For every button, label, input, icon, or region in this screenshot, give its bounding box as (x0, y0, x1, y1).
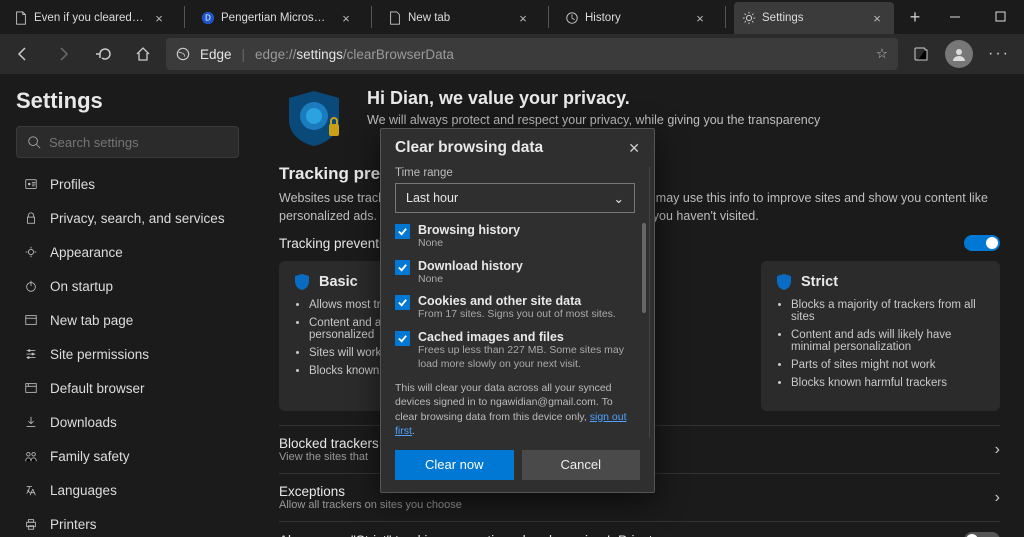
search-input[interactable] (49, 135, 228, 150)
tab-title: Pengertian Microsoft Edge (221, 12, 331, 24)
sidebar-item-newtab[interactable]: New tab page (16, 304, 239, 336)
maximize-button[interactable] (978, 0, 1024, 34)
close-icon[interactable]: × (337, 11, 355, 26)
tracking-label: Tracking prevention (279, 236, 397, 251)
settings-content: Hi Dian, we value your privacy. We will … (255, 74, 1024, 537)
sidebar-item-permissions[interactable]: Site permissions (16, 338, 239, 370)
sliders-icon (22, 347, 40, 361)
tab-3[interactable]: History × (557, 2, 717, 34)
shield-icon (775, 273, 793, 291)
tab-1[interactable]: D Pengertian Microsoft Edge × (193, 2, 363, 34)
privacy-hero-icon (279, 88, 349, 148)
close-icon[interactable]: × (150, 11, 168, 26)
strict-inprivate-row: Always use "Strict" tracking prevention … (279, 521, 1000, 537)
card-basic[interactable]: Basic Allows most trackers across all si… (279, 261, 518, 411)
bullet: Blocks a majority of trackers from all s… (791, 299, 986, 323)
toolbar: Edge | edge://settings/clearBrowserData … (0, 34, 1024, 74)
sidebar-item-appearance[interactable]: Appearance (16, 236, 239, 268)
svg-text:D: D (205, 14, 211, 23)
family-icon (22, 449, 40, 463)
tab-title: New tab (408, 12, 508, 24)
tracking-title: Tracking prevention (279, 164, 1000, 184)
sidebar-item-languages[interactable]: Languages (16, 474, 239, 506)
tab-title: History (585, 12, 685, 24)
sidebar-item-privacy[interactable]: Privacy, search, and services (16, 202, 239, 234)
address-bar[interactable]: Edge | edge://settings/clearBrowserData … (166, 38, 898, 70)
sidebar-item-profiles[interactable]: Profiles (16, 168, 239, 200)
page-subheading: We will always protect and respect your … (367, 113, 820, 127)
more-button[interactable]: ··· (980, 45, 1018, 63)
tracking-sub: Websites use trackers to collect info ab… (279, 190, 1000, 225)
tab-2[interactable]: New tab × (380, 2, 540, 34)
page-icon (14, 11, 28, 25)
card-strict[interactable]: Strict Blocks a majority of trackers fro… (761, 261, 1000, 411)
chevron-right-icon: › (995, 441, 1000, 459)
back-button[interactable] (6, 37, 40, 71)
shield-icon (293, 273, 311, 291)
collections-button[interactable] (904, 37, 938, 71)
close-icon[interactable]: × (691, 11, 709, 26)
search-settings[interactable] (16, 126, 239, 158)
inprivate-toggle[interactable] (964, 532, 1000, 537)
page-icon (388, 11, 402, 25)
bullet: Content and ads will likely be personali… (309, 317, 504, 341)
close-icon[interactable]: × (514, 11, 532, 26)
favorite-icon[interactable]: ☆ (876, 46, 888, 62)
profile-button[interactable] (942, 37, 976, 71)
bullet: Parts of sites might not work (791, 359, 986, 371)
tab-strip: Even if you cleared your his × D Pengert… (0, 0, 932, 34)
tab-settings[interactable]: Settings × (734, 2, 894, 34)
appearance-icon (22, 245, 40, 259)
settings-sidebar: Settings Profiles Privacy, search, and s… (0, 74, 255, 537)
download-icon (22, 415, 40, 429)
printer-icon (22, 517, 40, 531)
sidebar-item-default[interactable]: Default browser (16, 372, 239, 404)
tracking-toggle[interactable] (964, 235, 1000, 251)
history-icon (565, 11, 579, 25)
sidebar-title: Settings (16, 88, 239, 114)
chevron-right-icon: › (995, 489, 1000, 507)
minimize-button[interactable] (932, 0, 978, 34)
edge-icon (176, 47, 190, 61)
lock-icon (22, 211, 40, 225)
tab-0[interactable]: Even if you cleared your his × (6, 2, 176, 34)
refresh-button[interactable] (86, 37, 120, 71)
favicon-icon: D (201, 11, 215, 25)
tab-title: Settings (762, 12, 862, 24)
bullet: Content and ads will likely have minimal… (791, 329, 986, 353)
tab-title: Even if you cleared your his (34, 12, 144, 24)
gear-icon (742, 11, 756, 25)
bullet: Blocks known harmful trackers (309, 365, 504, 377)
new-tab-button[interactable]: + (898, 0, 932, 34)
window-controls (932, 0, 1024, 34)
sidebar-item-printers[interactable]: Printers (16, 508, 239, 537)
browser-label: Edge (200, 47, 232, 62)
blocked-trackers-row[interactable]: Blocked trackers View the sites that › (279, 425, 1000, 473)
title-bar: Even if you cleared your his × D Pengert… (0, 0, 1024, 34)
exceptions-row[interactable]: Exceptions Allow all trackers on sites y… (279, 473, 1000, 521)
profile-icon (22, 177, 40, 191)
url-text: edge://settings/clearBrowserData (255, 47, 454, 62)
sidebar-item-downloads[interactable]: Downloads (16, 406, 239, 438)
language-icon (22, 483, 40, 497)
page-heading: Hi Dian, we value your privacy. (367, 88, 820, 109)
home-button[interactable] (126, 37, 160, 71)
page-icon (22, 313, 40, 327)
bullet: Allows most trackers across all sites (309, 299, 504, 311)
sidebar-item-family[interactable]: Family safety (16, 440, 239, 472)
sidebar-item-startup[interactable]: On startup (16, 270, 239, 302)
search-icon (27, 135, 41, 149)
browser-icon (22, 381, 40, 395)
bullet: Blocks known harmful trackers (791, 377, 986, 389)
forward-button[interactable] (46, 37, 80, 71)
close-icon[interactable]: × (868, 11, 886, 26)
power-icon (22, 279, 40, 293)
bullet: Sites will work as expected (309, 347, 504, 359)
